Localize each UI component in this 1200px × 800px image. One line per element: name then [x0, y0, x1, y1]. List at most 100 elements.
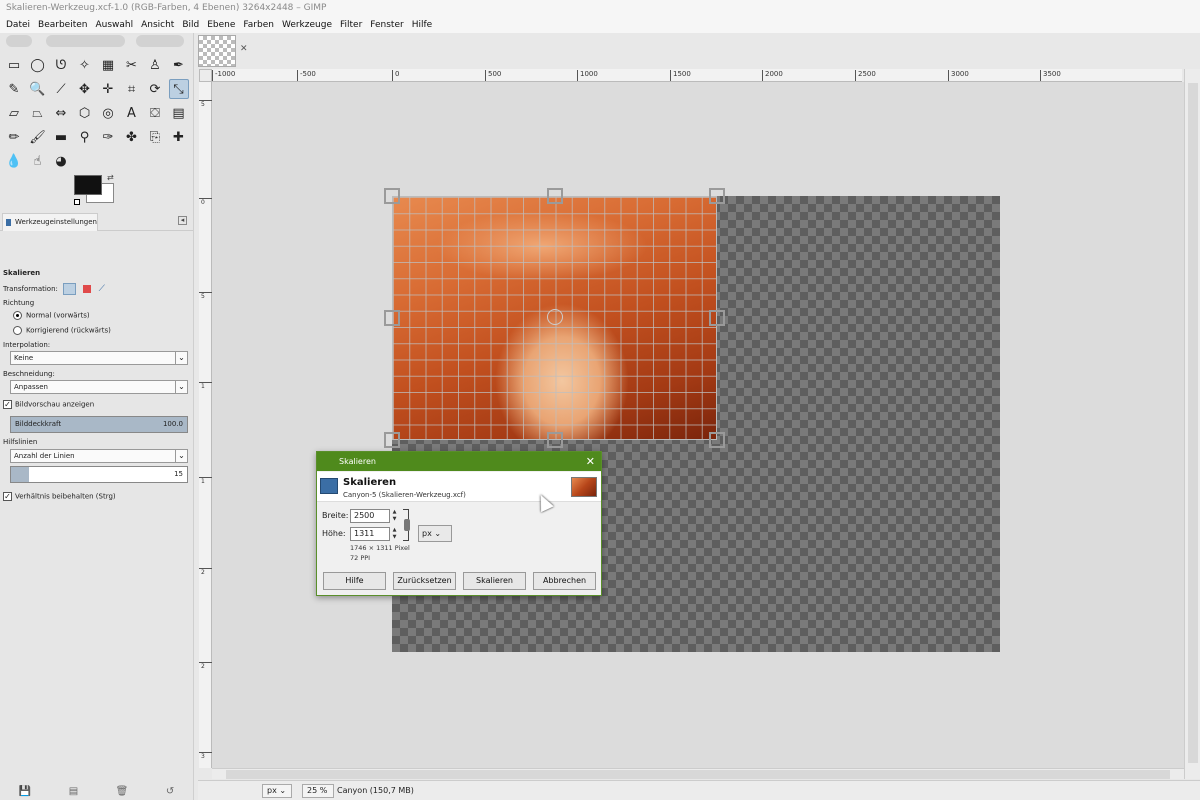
image-tab-thumbnail[interactable]: [198, 35, 236, 67]
shear-icon[interactable]: ▱: [4, 103, 24, 123]
height-input[interactable]: 1311: [350, 527, 390, 541]
vertical-scrollbar[interactable]: [1184, 69, 1200, 779]
menu-item-werkzeuge[interactable]: Werkzeuge: [278, 17, 336, 33]
align-icon[interactable]: ✛: [98, 79, 118, 99]
rect-select-icon[interactable]: ▭: [4, 55, 24, 75]
blend-icon[interactable]: ▤: [169, 103, 189, 123]
menu-item-fenster[interactable]: Fenster: [366, 17, 407, 33]
scale-button[interactable]: Skalieren: [463, 572, 526, 590]
menu-item-bild[interactable]: Bild: [178, 17, 203, 33]
menu-item-ansicht[interactable]: Ansicht: [137, 17, 178, 33]
chain-link-icon[interactable]: [404, 519, 410, 531]
foreground-color[interactable]: [74, 175, 102, 195]
menu-item-bearbeiten[interactable]: Bearbeiten: [34, 17, 91, 33]
dialog-titlebar[interactable]: Skalieren ✕: [317, 452, 601, 471]
rotate-icon[interactable]: ⟳: [145, 79, 165, 99]
unit-select[interactable]: px ⌄: [418, 525, 452, 542]
scale-icon[interactable]: ⤡: [168, 79, 189, 99]
scrollbar-thumb[interactable]: [226, 770, 1170, 779]
paths-icon[interactable]: ✒: [169, 55, 189, 75]
lasso-icon[interactable]: ᘎ: [51, 55, 71, 75]
menu-item-farben[interactable]: Farben: [239, 17, 278, 33]
ruler-corner[interactable]: [199, 69, 212, 82]
ellipse-select-icon[interactable]: ◯: [28, 55, 48, 75]
height-stepper[interactable]: ▲ ▼: [391, 527, 398, 541]
crop-icon[interactable]: ⌗: [122, 79, 142, 99]
cancel-button[interactable]: Abbrechen: [533, 572, 596, 590]
handle-bottom[interactable]: [547, 432, 563, 448]
fuzzy-select-icon[interactable]: ✧: [75, 55, 95, 75]
handle-left[interactable]: [384, 310, 400, 326]
tab-tool-options[interactable]: Werkzeugeinstellungen: [2, 213, 98, 231]
pencil-icon[interactable]: ✏: [4, 127, 24, 147]
color-picker-icon[interactable]: ✎: [4, 79, 24, 99]
measure-icon[interactable]: ⟋: [51, 79, 71, 99]
lines-count-slider[interactable]: 15: [10, 466, 188, 483]
heal-icon[interactable]: ✚: [169, 127, 189, 147]
zoom-select[interactable]: 25 %: [302, 784, 334, 798]
menu-item-hilfe[interactable]: Hilfe: [408, 17, 436, 33]
opacity-slider[interactable]: Bilddeckkraft 100.0: [10, 416, 188, 433]
status-unit-select[interactable]: px ⌄: [262, 784, 292, 798]
default-colors-icon[interactable]: [74, 199, 80, 205]
text-icon[interactable]: A: [122, 103, 142, 123]
cage-icon[interactable]: ⬡: [75, 103, 95, 123]
width-stepper[interactable]: ▲ ▼: [391, 509, 398, 523]
scissors-icon[interactable]: ✂: [122, 55, 142, 75]
guides-select[interactable]: Anzahl der Linien ⌄: [10, 449, 188, 463]
clone-icon[interactable]: ⎘: [145, 127, 165, 147]
menu-item-datei[interactable]: Datei: [2, 17, 34, 33]
reset-options-icon[interactable]: ↺: [166, 786, 174, 797]
eraser-icon[interactable]: ▬: [51, 127, 71, 147]
show-preview-checkbox[interactable]: ✓ Bildvorschau anzeigen: [3, 400, 94, 409]
clipping-select[interactable]: Anpassen ⌄: [10, 380, 188, 394]
handle-right[interactable]: [709, 310, 725, 326]
delete-options-icon[interactable]: 🗑: [116, 786, 129, 797]
mypaint-brush-icon[interactable]: ✤: [122, 127, 142, 147]
save-options-icon[interactable]: 💾: [19, 786, 31, 797]
scrollbar-thumb[interactable]: [1188, 83, 1198, 763]
handle-bottom-left[interactable]: [384, 432, 400, 448]
interpolation-select[interactable]: Keine ⌄: [10, 351, 188, 365]
horizontal-ruler[interactable]: -1000 -500 0 500 1000 1500 2000 2500 3000 3500: [212, 69, 1182, 82]
width-input[interactable]: 2500: [350, 509, 390, 523]
close-icon[interactable]: ✕: [240, 44, 248, 54]
ink-icon[interactable]: ✑: [98, 127, 118, 147]
help-button[interactable]: Hilfe: [323, 572, 386, 590]
close-icon[interactable]: ✕: [586, 452, 595, 471]
handle-bottom-right[interactable]: [709, 432, 725, 448]
foreground-select-icon[interactable]: ♙: [145, 55, 165, 75]
smudge-icon[interactable]: ☝: [28, 151, 48, 171]
blur-icon[interactable]: 💧: [4, 151, 24, 171]
warp-icon[interactable]: ◎: [98, 103, 118, 123]
handle-top-left[interactable]: [384, 188, 400, 204]
panel-menu-icon[interactable]: ◂: [178, 216, 187, 225]
reset-button[interactable]: Zurücksetzen: [393, 572, 456, 590]
paintbrush-icon[interactable]: 🖌: [28, 127, 48, 147]
direction-corrective-radio[interactable]: Korrigierend (rückwärts): [13, 326, 111, 335]
image-canvas[interactable]: [212, 82, 1184, 768]
transform-layer-icon[interactable]: [63, 283, 77, 295]
transform-path-icon[interactable]: ⟋: [99, 284, 105, 294]
airbrush-icon[interactable]: ⚲: [75, 127, 95, 147]
transform-selection-icon[interactable]: [83, 285, 92, 293]
handle-top[interactable]: [547, 188, 563, 204]
color-selector[interactable]: ⇄: [74, 173, 118, 211]
direction-normal-radio[interactable]: Normal (vorwärts): [13, 311, 90, 320]
menu-item-filter[interactable]: Filter: [336, 17, 366, 33]
select-by-color-icon[interactable]: ▦: [98, 55, 118, 75]
vertical-ruler[interactable]: 5 0 5 1 1 2 2 3: [199, 82, 212, 768]
swap-colors-icon[interactable]: ⇄: [107, 173, 114, 182]
horizontal-scrollbar[interactable]: [212, 768, 1184, 779]
restore-options-icon[interactable]: ▤: [69, 786, 78, 797]
move-icon[interactable]: ✥: [75, 79, 95, 99]
handle-top-right[interactable]: [709, 188, 725, 204]
bucket-fill-icon[interactable]: ⛋: [145, 103, 165, 123]
dodge-burn-icon[interactable]: ◕: [51, 151, 71, 171]
menu-item-ebene[interactable]: Ebene: [203, 17, 239, 33]
transform-center-handle[interactable]: [547, 309, 563, 325]
zoom-icon[interactable]: 🔍: [28, 79, 48, 99]
menu-item-auswahl[interactable]: Auswahl: [91, 17, 137, 33]
perspective-icon[interactable]: ⏢: [28, 103, 48, 123]
flip-icon[interactable]: ⇔: [51, 103, 71, 123]
